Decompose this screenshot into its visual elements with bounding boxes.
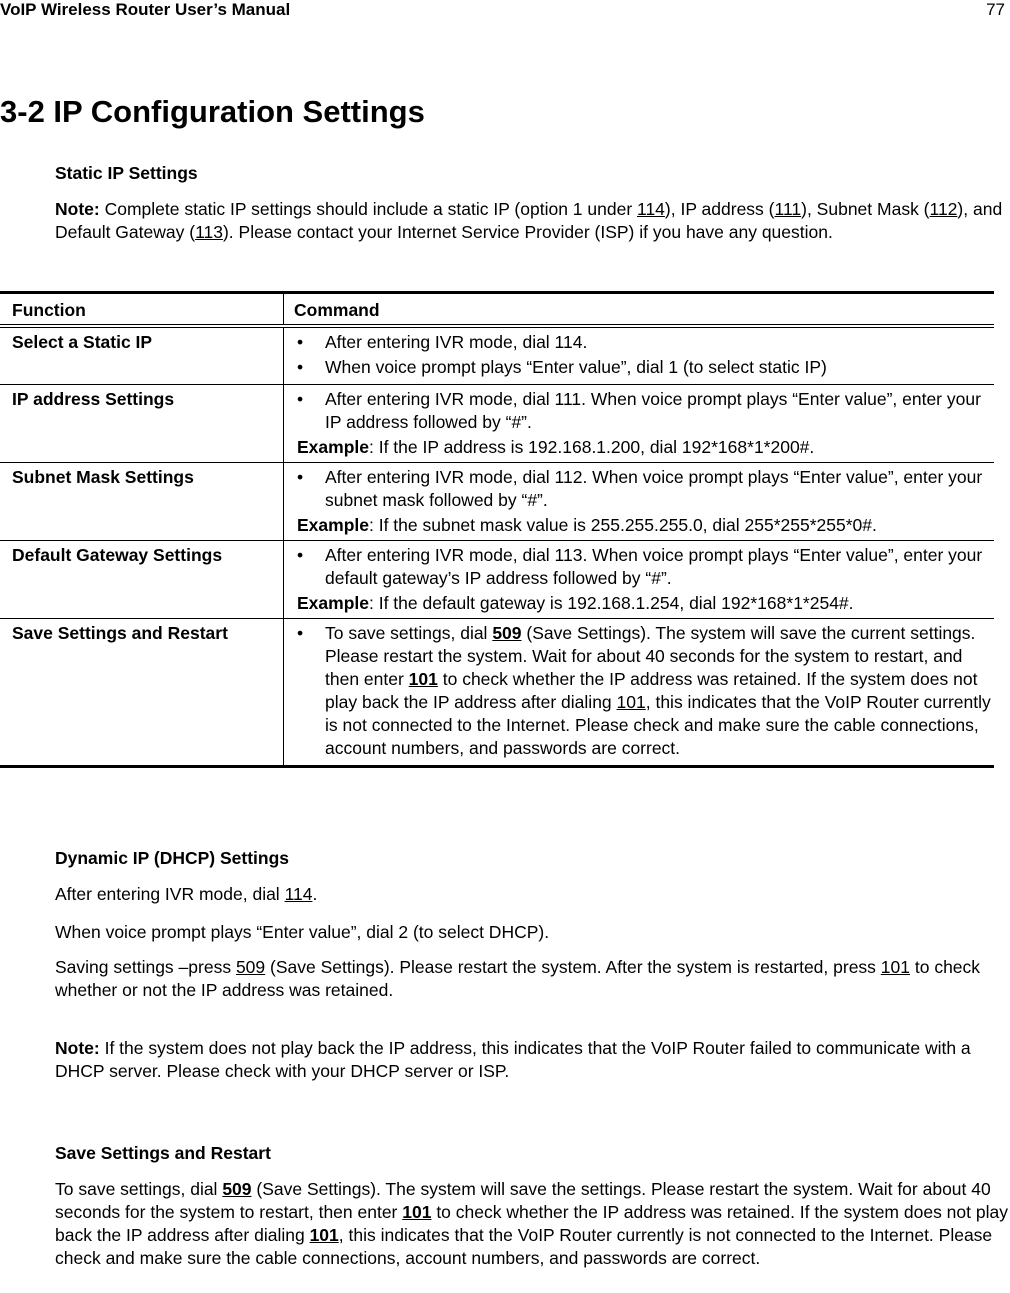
table-header-row: Function Command <box>0 291 994 328</box>
dhcp-step-3: Saving settings –press 509 (Save Setting… <box>55 957 981 1000</box>
example-line: Example: If the IP address is 192.168.1.… <box>297 437 815 457</box>
function-cell: Select a Static IP <box>0 326 284 385</box>
section-title: 3-2 IP Configuration Settings <box>0 94 425 129</box>
note-label: Note: <box>55 1038 100 1058</box>
example-line: Example: If the subnet mask value is 255… <box>297 515 877 535</box>
function-cell: IP address Settings <box>0 384 284 463</box>
table-row: Subnet Mask Settings • After entering IVR… <box>0 462 994 541</box>
bullet-icon: • <box>297 389 304 409</box>
bullet-item: • To save settings, dial 509 (Save Settin… <box>297 623 991 758</box>
bullet-item: • After entering IVR mode, dial 113. When… <box>297 545 983 588</box>
table-row: Save Settings and Restart • To save setti… <box>0 618 994 768</box>
example-line: Example: If the default gateway is 192.1… <box>297 593 854 613</box>
save-restart-text: To save settings, dial 509 (Save Setting… <box>55 1179 1008 1268</box>
command-cell: • After entering IVR mode, dial 113. When… <box>283 540 994 619</box>
function-cell: Save Settings and Restart <box>0 618 284 768</box>
dhcp-step-1: After entering IVR mode, dial 114. <box>55 884 318 904</box>
code-101: 101 <box>402 1202 432 1222</box>
command-cell: • After entering IVR mode, dial 111. When… <box>283 384 994 463</box>
column-header-command: Command <box>283 291 994 328</box>
page-number: 77 <box>986 0 1005 19</box>
manual-title: VoIP Wireless Router User’s Manual <box>0 0 291 19</box>
static-ip-note: Note: Complete static IP settings should… <box>55 199 1003 242</box>
command-cell: • After entering IVR mode, dial 114. • Whe… <box>283 326 994 385</box>
dhcp-note: Note: If the system does not play back t… <box>55 1038 971 1081</box>
code-114-link: 114 <box>637 199 665 219</box>
code-509: 509 <box>222 1179 252 1199</box>
code-111-link: 111 <box>774 199 802 219</box>
function-cell: Subnet Mask Settings <box>0 462 284 541</box>
bullet-icon: • <box>297 357 304 377</box>
command-cell: • After entering IVR mode, dial 112. When… <box>283 462 994 541</box>
table-row: IP address Settings • After entering IVR … <box>0 384 994 463</box>
code-509: 509 <box>235 957 266 977</box>
code-101: 101 <box>616 692 646 712</box>
bullet-icon: • <box>297 623 304 643</box>
save-restart-heading: Save Settings and Restart <box>55 1143 271 1163</box>
code-112-link: 112 <box>929 199 958 219</box>
code-101: 101 <box>309 1225 339 1245</box>
code-113-link: 113 <box>195 222 223 242</box>
bullet-item: • After entering IVR mode, dial 114. <box>297 332 588 352</box>
table-row: Select a Static IP • After entering IVR m… <box>0 326 994 385</box>
running-header: VoIP Wireless Router User’s Manual 77 <box>0 0 1010 22</box>
function-cell: Default Gateway Settings <box>0 540 284 619</box>
dhcp-step-2: When voice prompt plays “Enter value”, d… <box>55 922 550 942</box>
table-row: Default Gateway Settings • After entering… <box>0 540 994 619</box>
bullet-icon: • <box>297 545 304 565</box>
note-label: Note: <box>55 199 100 219</box>
code-101: 101 <box>880 957 910 977</box>
bullet-item: • After entering IVR mode, dial 112. When… <box>297 467 983 510</box>
bullet-icon: • <box>297 332 304 352</box>
bullet-item: • When voice prompt plays “Enter value”, … <box>297 357 827 377</box>
bullet-item: • After entering IVR mode, dial 111. When… <box>297 389 981 432</box>
dhcp-heading: Dynamic IP (DHCP) Settings <box>55 848 290 868</box>
bullet-icon: • <box>297 467 304 487</box>
command-cell: • To save settings, dial 509 (Save Settin… <box>283 618 994 768</box>
code-101: 101 <box>408 669 438 689</box>
column-header-function: Function <box>0 291 284 328</box>
ivr-command-table: Function Command Select a Static IP • Aft… <box>0 291 994 768</box>
code-114: 114 <box>284 884 313 904</box>
static-ip-heading: Static IP Settings <box>55 163 198 183</box>
code-509: 509 <box>492 623 522 643</box>
